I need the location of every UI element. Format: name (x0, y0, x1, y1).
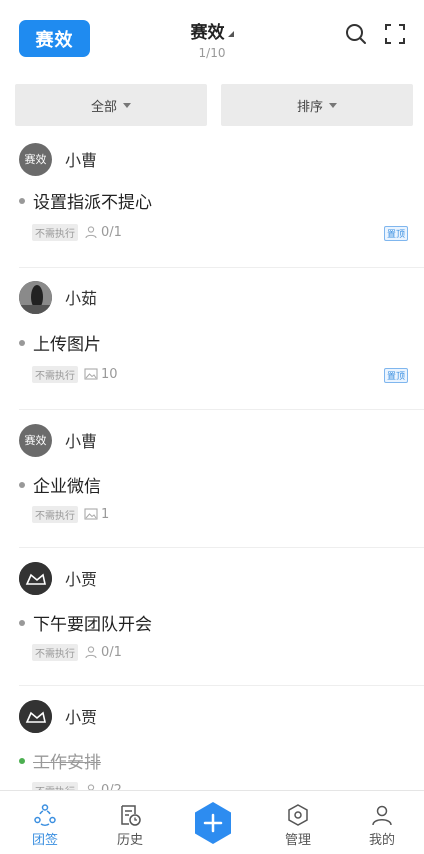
pin-badge: 置顶 (383, 368, 408, 383)
tab-label: 管理 (284, 833, 311, 848)
assignee-count: 0/1 (101, 644, 122, 660)
tab-manage[interactable]: 管理 (268, 791, 328, 854)
task-title: 设置指派不提心 (33, 193, 152, 213)
person-icon (85, 646, 97, 659)
username: 小曹 (65, 432, 98, 451)
image-icon (84, 508, 98, 520)
status-dot (19, 757, 25, 764)
avatar: 赛效 (19, 423, 52, 457)
page-count: 1/10 (198, 46, 226, 60)
username: 小贾 (65, 570, 98, 589)
task-title: 下午要团队开会 (33, 615, 152, 635)
filter-all-button[interactable]: 全部 (15, 84, 207, 126)
tab-profile[interactable]: 我的 (352, 791, 412, 854)
team-icon (34, 804, 56, 826)
avatar: 赛效 (19, 142, 52, 176)
app-logo: 赛效 (19, 20, 90, 57)
task-title: 上传图片 (33, 335, 101, 355)
task-card[interactable]: 赛效 小曹 企业微信 不需执行 1 (19, 410, 424, 548)
status-tag: 不需执行 (32, 505, 78, 523)
avatar (19, 561, 52, 595)
person-icon (85, 226, 97, 239)
task-card[interactable]: 小贾 工作安排 不需执行 0/2 (19, 686, 424, 806)
sort-button[interactable]: 排序 (221, 84, 413, 126)
tab-label: 历史 (116, 833, 143, 848)
dropdown-icon (329, 102, 337, 108)
task-card[interactable]: 赛效 小曹 设置指派不提心 不需执行 0/1 置顶 (19, 138, 424, 268)
task-title: 企业微信 (33, 477, 101, 497)
caret-icon (227, 31, 234, 37)
status-dot (19, 481, 25, 488)
avatar (19, 699, 52, 733)
app-header: 赛效 赛效 1/10 (0, 0, 424, 76)
image-count: 1 (101, 506, 110, 522)
status-tag: 不需执行 (32, 365, 78, 383)
task-card[interactable]: 小茹 上传图片 不需执行 10 置顶 (19, 268, 424, 410)
filter-bar: 全部 排序 (0, 84, 424, 126)
tab-team[interactable]: 团签 (15, 791, 75, 854)
tab-label: 团签 (31, 833, 58, 848)
status-dot (19, 339, 25, 346)
cloud-avatar-icon (19, 699, 52, 733)
bottom-tab-bar: 团签 历史 管理 我的 (0, 790, 424, 854)
status-dot (19, 197, 25, 204)
sort-label: 排序 (296, 99, 323, 115)
profile-icon (372, 805, 392, 826)
image-count: 10 (101, 366, 118, 382)
cloud-avatar-icon (19, 561, 52, 595)
tab-label: 我的 (368, 833, 395, 848)
manage-icon (288, 804, 308, 826)
username: 小贾 (65, 708, 98, 727)
tab-history[interactable]: 历史 (100, 791, 160, 854)
add-icon[interactable] (190, 800, 236, 846)
title-selector[interactable]: 赛效 1/10 (160, 18, 264, 60)
username: 小茹 (65, 289, 98, 308)
status-dot (19, 619, 25, 626)
page-title: 赛效 (190, 23, 225, 43)
assignee-count: 0/1 (101, 224, 122, 240)
fullscreen-icon[interactable] (383, 22, 407, 46)
task-list: 赛效 小曹 设置指派不提心 不需执行 0/1 置顶 小茹 上传图片 不需执行 1… (0, 138, 424, 806)
history-icon (121, 805, 141, 826)
photo-avatar-icon (19, 280, 52, 314)
status-tag: 不需执行 (32, 223, 78, 241)
filter-all-label: 全部 (90, 99, 117, 115)
task-title: 工作安排 (33, 753, 101, 773)
search-icon[interactable] (344, 22, 368, 46)
avatar (19, 280, 52, 314)
task-card[interactable]: 小贾 下午要团队开会 不需执行 0/1 (19, 548, 424, 686)
status-tag: 不需执行 (32, 643, 78, 661)
image-icon (84, 368, 98, 380)
pin-badge: 置顶 (383, 226, 408, 241)
username: 小曹 (65, 151, 98, 170)
dropdown-icon (123, 102, 131, 108)
